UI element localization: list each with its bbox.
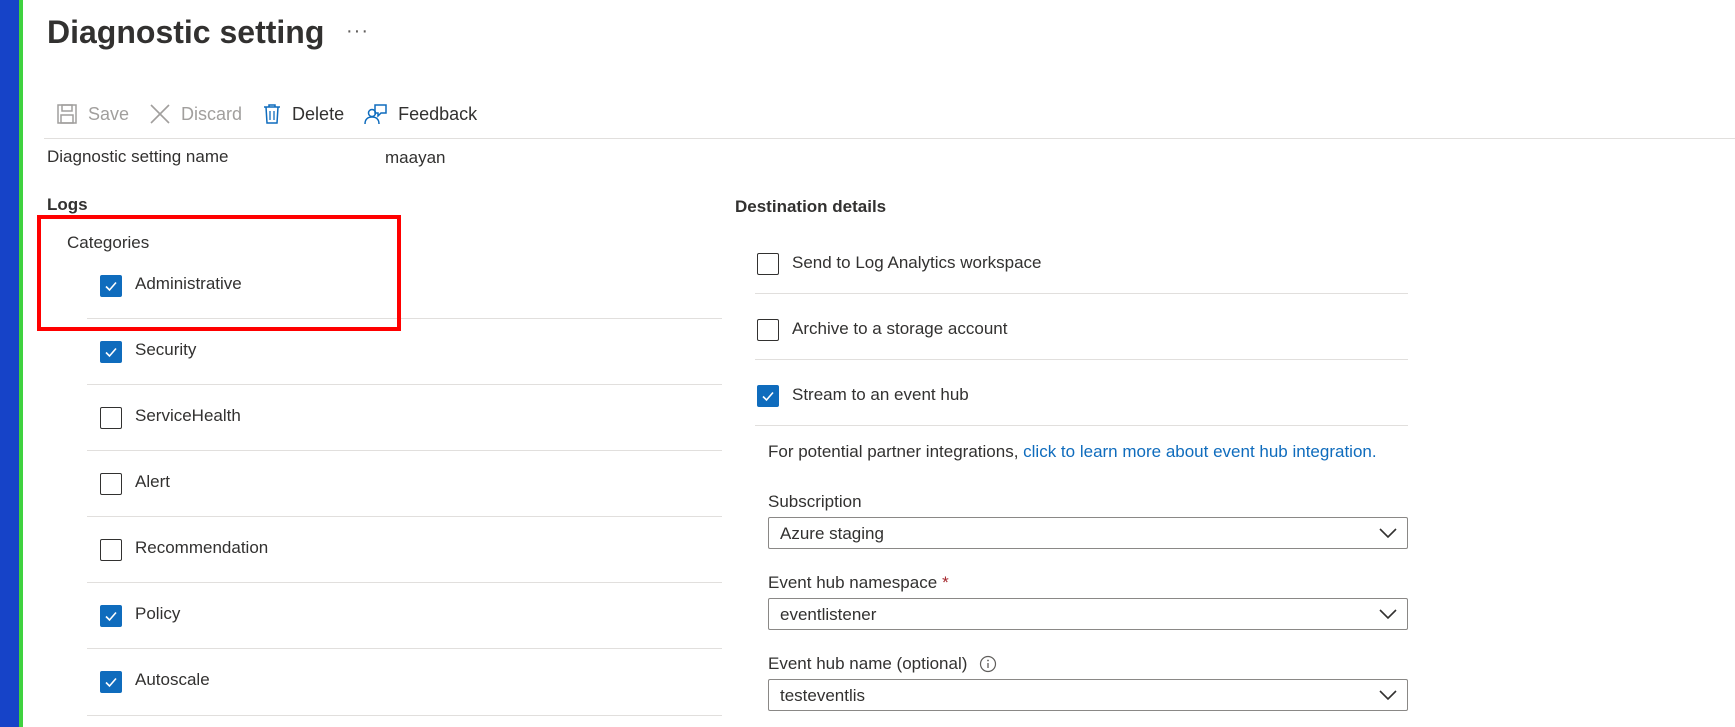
category-label-recommendation: Recommendation xyxy=(135,538,269,557)
category-row-policy[interactable]: Policy xyxy=(87,583,722,649)
more-actions-button[interactable]: ··· xyxy=(346,20,369,43)
category-label-servicehealth: ServiceHealth xyxy=(135,406,241,425)
required-indicator: * xyxy=(942,573,949,592)
categories-label: Categories xyxy=(67,233,150,252)
save-button[interactable]: Save xyxy=(56,99,129,129)
delete-button[interactable]: Delete xyxy=(262,99,344,129)
feedback-label: Feedback xyxy=(398,103,478,124)
close-icon xyxy=(150,104,170,124)
checkbox-administrative[interactable] xyxy=(100,275,122,297)
checkbox-security[interactable] xyxy=(100,341,122,363)
destination-log-analytics[interactable]: Send to Log Analytics workspace xyxy=(755,228,1408,294)
category-row-security[interactable]: Security xyxy=(87,319,722,385)
setting-name-value: maayan xyxy=(385,148,446,167)
chevron-down-icon xyxy=(1379,690,1397,701)
category-row-administrative[interactable]: Administrative xyxy=(87,253,722,319)
checkbox-storage-account[interactable] xyxy=(757,319,779,341)
namespace-label-text: Event hub namespace xyxy=(768,573,938,592)
checkbox-log-analytics[interactable] xyxy=(757,253,779,275)
checkmark-icon xyxy=(105,677,117,688)
hub-name-value: testeventlis xyxy=(780,686,866,705)
category-label-administrative: Administrative xyxy=(135,274,242,293)
page-title: Diagnostic setting xyxy=(47,14,325,50)
hub-name-dropdown[interactable]: testeventlis xyxy=(768,679,1408,711)
event-hub-label: Stream to an event hub xyxy=(792,385,969,404)
destination-storage-account[interactable]: Archive to a storage account xyxy=(755,294,1408,360)
storage-account-label: Archive to a storage account xyxy=(792,319,1008,338)
chevron-down-icon xyxy=(1379,609,1397,620)
category-row-servicehealth[interactable]: ServiceHealth xyxy=(87,385,722,451)
checkbox-recommendation[interactable] xyxy=(100,539,122,561)
category-row-autoscale[interactable]: Autoscale xyxy=(87,649,722,716)
partner-text-prefix: For potential partner integrations, xyxy=(768,442,1024,461)
subscription-label-text: Subscription xyxy=(768,492,862,511)
feedback-button[interactable]: Feedback xyxy=(364,99,477,129)
log-analytics-label: Send to Log Analytics workspace xyxy=(792,253,1042,272)
save-icon xyxy=(57,104,77,124)
category-label-policy: Policy xyxy=(135,604,181,623)
logs-heading: Logs xyxy=(47,195,88,214)
namespace-label: Event hub namespace * xyxy=(768,573,949,593)
window-edge xyxy=(0,0,19,727)
category-row-recommendation[interactable]: Recommendation xyxy=(87,517,722,583)
category-row-alert[interactable]: Alert xyxy=(87,451,722,517)
chevron-down-icon xyxy=(1379,528,1397,539)
subscription-label: Subscription xyxy=(768,492,862,512)
delete-label: Delete xyxy=(292,103,345,124)
feedback-icon xyxy=(364,104,387,125)
log-categories-list: Administrative Security ServiceHealth Al… xyxy=(87,253,722,716)
destination-heading: Destination details xyxy=(735,197,887,216)
checkbox-servicehealth[interactable] xyxy=(100,407,122,429)
checkbox-alert[interactable] xyxy=(100,473,122,495)
info-icon[interactable] xyxy=(979,655,997,673)
setting-name-label: Diagnostic setting name xyxy=(47,147,229,166)
destination-event-hub[interactable]: Stream to an event hub xyxy=(755,360,1408,426)
category-label-alert: Alert xyxy=(135,472,170,491)
command-bar: Save Discard Delete Feedback xyxy=(56,99,497,129)
discard-label: Discard xyxy=(181,103,243,124)
namespace-dropdown[interactable]: eventlistener xyxy=(768,598,1408,630)
category-label-autoscale: Autoscale xyxy=(135,670,210,689)
partner-integration-text: For potential partner integrations, clic… xyxy=(768,442,1377,462)
event-hub-learn-more-link[interactable]: click to learn more about event hub inte… xyxy=(1023,442,1376,461)
discard-button[interactable]: Discard xyxy=(149,99,242,129)
checkmark-icon xyxy=(105,347,117,358)
checkbox-autoscale[interactable] xyxy=(100,671,122,693)
category-label-security: Security xyxy=(135,340,197,359)
subscription-dropdown[interactable]: Azure staging xyxy=(768,517,1408,549)
trash-icon xyxy=(264,104,281,124)
checkmark-icon xyxy=(105,281,117,292)
checkmark-icon xyxy=(762,391,774,402)
subscription-value: Azure staging xyxy=(780,524,884,543)
hub-name-label-text: Event hub name (optional) xyxy=(768,654,968,673)
toolbar-divider xyxy=(44,138,1735,139)
namespace-value: eventlistener xyxy=(780,605,877,624)
hub-name-label: Event hub name (optional) xyxy=(768,654,997,674)
window-edge-accent xyxy=(19,0,23,727)
checkmark-icon xyxy=(105,611,117,622)
checkbox-event-hub[interactable] xyxy=(757,385,779,407)
save-label: Save xyxy=(88,103,130,124)
checkbox-policy[interactable] xyxy=(100,605,122,627)
